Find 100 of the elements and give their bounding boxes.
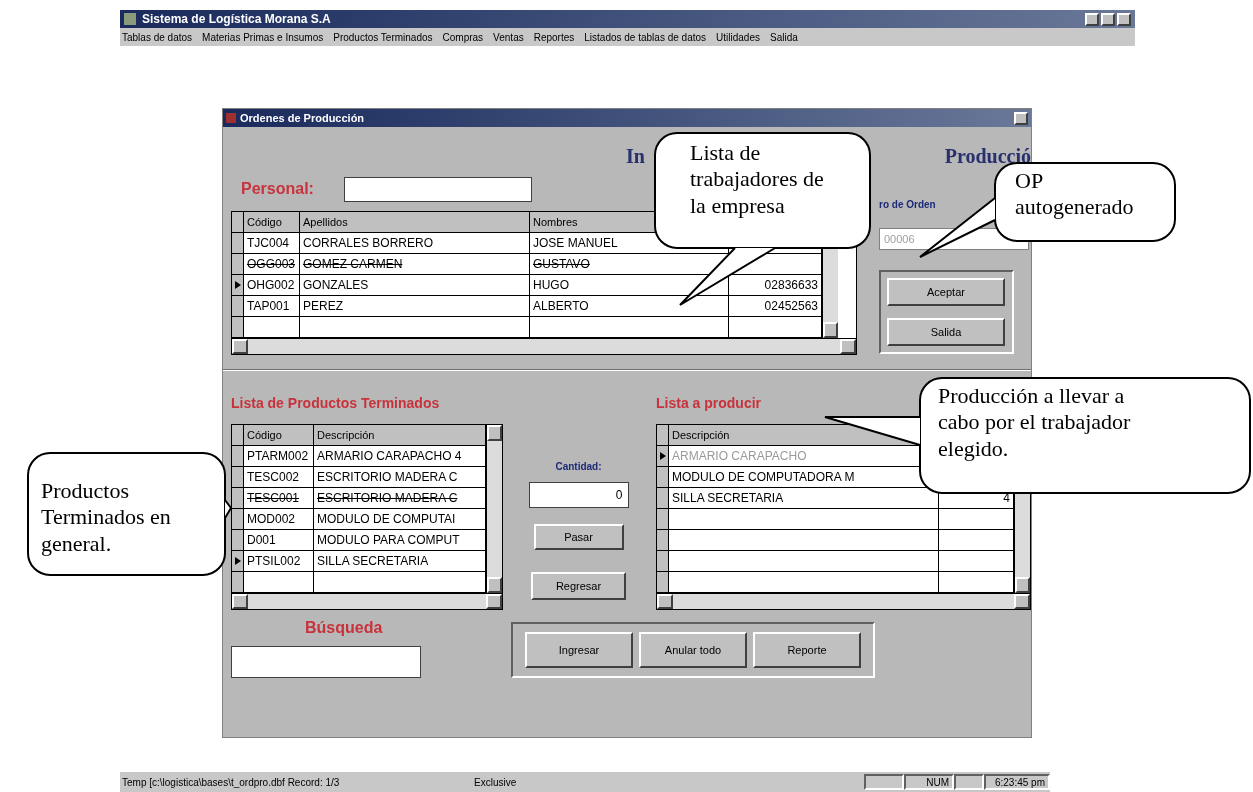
field-label: ro de Orden [879,198,936,212]
status-clock: 6:23:45 pm [984,774,1050,790]
row-indicator[interactable] [232,530,244,551]
table-cell: TESC002 [244,467,314,488]
table-cell: OHG002 [244,275,300,296]
table-cell: 02452563 [729,296,822,317]
field-label: Personal: [241,179,314,199]
scroll-arrow-button[interactable] [657,594,673,609]
push-button[interactable]: Reporte [753,632,861,668]
horizontal-scrollbar[interactable] [232,338,856,354]
status-indicator: NUM [904,774,954,790]
table-cell: TESC001 [244,488,314,509]
row-pointer-icon [234,281,241,289]
table-cell: ESCRITORIO MADERA C [314,488,486,509]
scroll-arrow-button[interactable] [1014,594,1030,609]
dialog-icon [226,113,236,123]
table-cell: PTSIL002 [244,551,314,572]
table-cell: ALBERTO [530,296,729,317]
close-button[interactable] [1117,12,1131,26]
push-button[interactable]: Aceptar [887,278,1005,306]
dialog-title: Ordenes de Producción [240,110,365,126]
push-button[interactable]: Salida [887,318,1005,346]
table-cell: 02836633 [729,275,822,296]
window-title: Sistema de Logística Morana S.A [142,11,331,28]
menu-item[interactable]: Reportes [533,29,575,45]
row-indicator[interactable] [232,551,244,572]
column-header[interactable]: Apellidos [300,212,530,233]
scroll-arrow-button[interactable] [487,577,502,593]
row-indicator[interactable] [657,488,669,509]
table-cell: SILLA SECRETARIA [314,551,486,572]
table-cell: ESCRITORIO MADERA C [314,467,486,488]
row-indicator[interactable] [232,509,244,530]
callout-text: Productos Terminados en general. [41,478,172,558]
row-indicator[interactable] [232,467,244,488]
row-indicator[interactable] [232,488,244,509]
table-cell: TJC004 [244,233,300,254]
scroll-arrow-button[interactable] [486,594,502,609]
horizontal-scrollbar[interactable] [657,593,1030,609]
push-button[interactable]: Pasar [533,524,624,550]
table-cell: D001 [244,530,314,551]
push-button[interactable]: Anular todo [639,632,747,668]
callout-text: OP autogenerado [1015,168,1135,221]
table-cell: PEREZ [300,296,530,317]
push-button[interactable]: Ingresar [525,632,633,668]
menu-item[interactable]: Ventas [493,29,524,45]
field-label: Búsqueda [305,618,383,638]
menu-item[interactable]: Materias Primas e Insumos [202,29,324,45]
scroll-arrow-button[interactable] [232,339,248,354]
status-panel [864,774,904,790]
row-indicator[interactable] [657,467,669,488]
row-indicator[interactable] [232,275,244,296]
table-cell: MOD002 [244,509,314,530]
row-indicator[interactable] [232,233,244,254]
status-text: Exclusive [474,775,517,790]
table-cell: MODULO DE COMPUTAI [314,509,486,530]
row-indicator[interactable] [232,296,244,317]
row-indicator[interactable] [232,446,244,467]
section-label: Lista a producir [656,394,762,413]
menu-item[interactable]: Compras [442,29,484,45]
input-field[interactable]: 0 [528,482,629,508]
scroll-arrow-button[interactable] [1015,577,1030,593]
scroll-arrow-button[interactable] [232,594,248,609]
section-label: Lista de Productos Terminados [231,394,440,413]
table-cell [244,317,300,338]
table-cell: MODULO PARA COMPUT [314,530,486,551]
status-text: Temp [c:\logistica\bases\t_ordpro.dbf Record: 1/3 [122,775,341,790]
heading-text: In [626,144,645,169]
scroll-arrow-button[interactable] [840,339,856,354]
row-indicator[interactable] [657,446,669,467]
close-button[interactable] [1014,111,1028,125]
maximize-button[interactable] [1101,12,1115,26]
menu-item[interactable]: Utilidades [716,29,760,45]
app-icon [124,13,136,25]
table-cell [244,572,314,593]
menu-item[interactable]: Tablas de datos [122,29,193,45]
table-cell: CORRALES BORRERO [300,233,530,254]
status-panel [954,774,984,790]
column-header[interactable]: Código [244,425,314,446]
scroll-arrow-button[interactable] [487,425,502,441]
minimize-button[interactable] [1085,12,1099,26]
push-button[interactable]: Regresar [531,572,626,600]
table-cell: GONZALES [300,275,530,296]
menu-item[interactable]: Listados de tablas de datos [584,29,707,45]
input-field[interactable] [343,176,532,202]
table-cell: OGG003 [244,254,300,275]
table-cell: ARMARIO CARAPACHO 4 [314,446,486,467]
field-label: Cantidad: [555,460,602,474]
column-header[interactable]: Descripción [314,425,486,446]
row-pointer-icon [659,452,666,460]
horizontal-scrollbar[interactable] [232,593,502,609]
menu-item[interactable]: Salida [769,29,798,45]
row-pointer-icon [234,557,241,565]
vertical-scrollbar[interactable] [486,425,502,593]
table-cell: GOMEZ CARMEN [300,254,530,275]
table-cell: HUGO [530,275,729,296]
menu-item[interactable]: Productos Terminados [333,29,433,45]
column-header[interactable]: Código [244,212,300,233]
row-indicator[interactable] [232,254,244,275]
scroll-arrow-button[interactable] [823,322,838,338]
input-field[interactable] [231,646,421,678]
